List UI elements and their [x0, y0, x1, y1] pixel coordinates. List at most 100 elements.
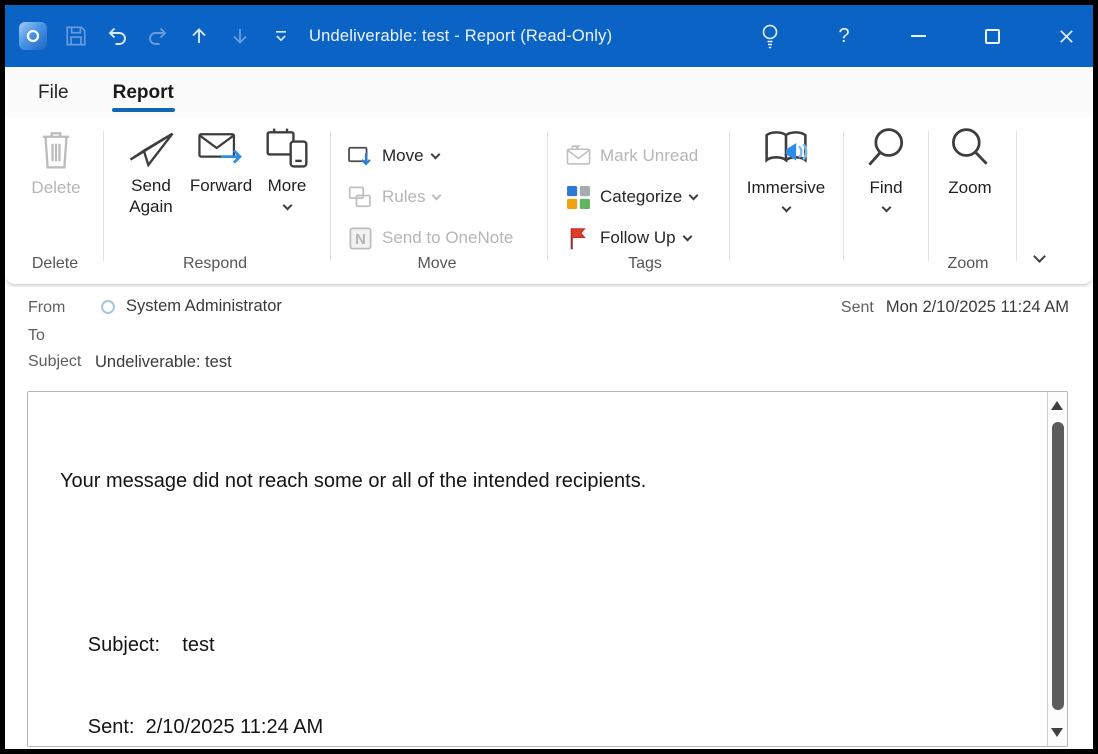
group-separator: [330, 131, 331, 261]
titlebar-controls: ?: [748, 5, 1093, 67]
send-again-label-line1: Send: [131, 175, 171, 196]
group-separator: [1016, 131, 1017, 261]
find-button[interactable]: Find: [854, 125, 918, 211]
find-icon: [863, 125, 909, 173]
send-to-onenote-button: N Send to OneNote: [347, 223, 513, 253]
send-to-onenote-label: Send to OneNote: [382, 228, 513, 248]
tell-me-button[interactable]: [748, 5, 792, 67]
follow-up-button[interactable]: Follow Up: [565, 223, 691, 253]
save-icon: [64, 24, 88, 48]
collapse-ribbon-button[interactable]: [1019, 243, 1059, 273]
body-line: [60, 550, 1067, 577]
mark-unread-icon: [565, 144, 592, 168]
move-button-label: Move: [382, 146, 424, 166]
undo-button[interactable]: [105, 22, 129, 50]
mark-unread-button: Mark Unread: [565, 141, 698, 171]
from-label: From: [28, 299, 65, 317]
find-label: Find: [869, 177, 902, 198]
group-label-move: Move: [357, 255, 517, 273]
chevron-down-icon: [432, 190, 442, 200]
chevron-down-icon: [282, 201, 292, 211]
scrollbar-thumb[interactable]: [1052, 422, 1064, 710]
move-folder-icon: [347, 143, 374, 170]
immersive-label: Immersive: [747, 177, 825, 198]
group-separator: [729, 131, 730, 261]
maximize-icon: [985, 29, 1000, 44]
move-up-button[interactable]: [187, 22, 211, 50]
zoom-icon: [947, 125, 993, 173]
more-button-label: More: [268, 175, 307, 196]
zoom-button[interactable]: Zoom: [938, 125, 1002, 198]
message-body: Your message did not reach some or all o…: [27, 391, 1068, 747]
group-separator: [843, 131, 844, 261]
group-separator: [928, 131, 929, 261]
group-label-tags: Tags: [565, 255, 725, 273]
lightbulb-icon: [759, 22, 781, 50]
send-again-button[interactable]: Send Again: [115, 125, 187, 217]
immersive-button[interactable]: Immersive: [741, 125, 831, 211]
outlook-logo-glyph: [25, 28, 41, 44]
zoom-label: Zoom: [948, 177, 991, 198]
onenote-icon: N: [347, 225, 374, 252]
more-respond-button[interactable]: More: [255, 125, 319, 209]
more-actions-icon: [263, 125, 311, 171]
group-label-delete: Delete: [15, 255, 95, 273]
quick-access-toolbar: [5, 22, 293, 50]
immersive-reader-icon: [758, 125, 814, 173]
from-value: System Administrator: [126, 297, 282, 316]
move-button[interactable]: Move: [347, 141, 439, 171]
mark-unread-label: Mark Unread: [600, 146, 698, 166]
body-line: Subject: test: [60, 632, 1067, 659]
customize-qat-button[interactable]: [269, 22, 293, 50]
chevron-down-icon: [781, 203, 791, 213]
move-down-button[interactable]: [228, 22, 252, 50]
scroll-down-arrow[interactable]: [1051, 728, 1063, 737]
to-label: To: [28, 327, 45, 345]
window-title: Undeliverable: test - Report (Read-Only): [309, 27, 612, 46]
group-label-zoom: Zoom: [908, 255, 1028, 273]
group-separator: [103, 131, 104, 261]
redo-button[interactable]: [146, 22, 170, 50]
arrow-up-icon: [187, 24, 211, 48]
follow-up-flag-icon: [565, 225, 592, 252]
help-button[interactable]: ?: [822, 5, 866, 67]
group-label-respond: Respond: [135, 255, 295, 273]
send-again-icon: [126, 125, 176, 171]
delete-button: Delete: [21, 125, 91, 198]
outlook-app-icon[interactable]: [19, 22, 47, 50]
minimize-button[interactable]: [896, 5, 940, 67]
chevron-down-icon: [1033, 250, 1046, 263]
presence-circle-icon: [101, 300, 115, 314]
onenote-letter: N: [355, 231, 366, 247]
chevron-down-icon: [682, 231, 692, 241]
save-button[interactable]: [64, 22, 88, 50]
message-header: From System Administrator To Subject Und…: [5, 287, 1093, 387]
subject-value: Undeliverable: test: [95, 353, 232, 372]
scroll-up-arrow[interactable]: [1051, 401, 1063, 410]
forward-button[interactable]: Forward: [183, 125, 259, 196]
forward-button-label: Forward: [190, 175, 252, 196]
arrow-down-icon: [228, 24, 252, 48]
sent-value: Mon 2/10/2025 11:24 AM: [886, 298, 1069, 317]
maximize-button[interactable]: [970, 5, 1014, 67]
chevron-down-icon: [689, 190, 699, 200]
titlebar: Undeliverable: test - Report (Read-Only)…: [5, 5, 1093, 67]
tab-report[interactable]: Report: [110, 82, 177, 117]
minimize-icon: [911, 35, 926, 37]
body-line: Your message did not reach some or all o…: [60, 468, 1067, 495]
vertical-scrollbar[interactable]: [1047, 392, 1067, 746]
chevron-down-icon: [430, 149, 440, 159]
rules-button: Rules: [347, 182, 440, 212]
categorize-icon: [565, 184, 592, 211]
tab-file[interactable]: File: [35, 82, 72, 117]
chevron-down-icon: [881, 203, 891, 213]
close-button[interactable]: [1044, 5, 1088, 67]
send-again-label-line2: Again: [129, 196, 172, 217]
subject-label: Subject: [28, 353, 81, 371]
customize-qat-icon: [271, 26, 291, 46]
ribbon-tabs: File Report: [5, 67, 1093, 117]
close-icon: [1057, 27, 1076, 46]
sent-row: Sent Mon 2/10/2025 11:24 AM: [841, 298, 1069, 317]
categorize-button[interactable]: Categorize: [565, 182, 697, 212]
window-inner: Undeliverable: test - Report (Read-Only)…: [5, 5, 1093, 749]
